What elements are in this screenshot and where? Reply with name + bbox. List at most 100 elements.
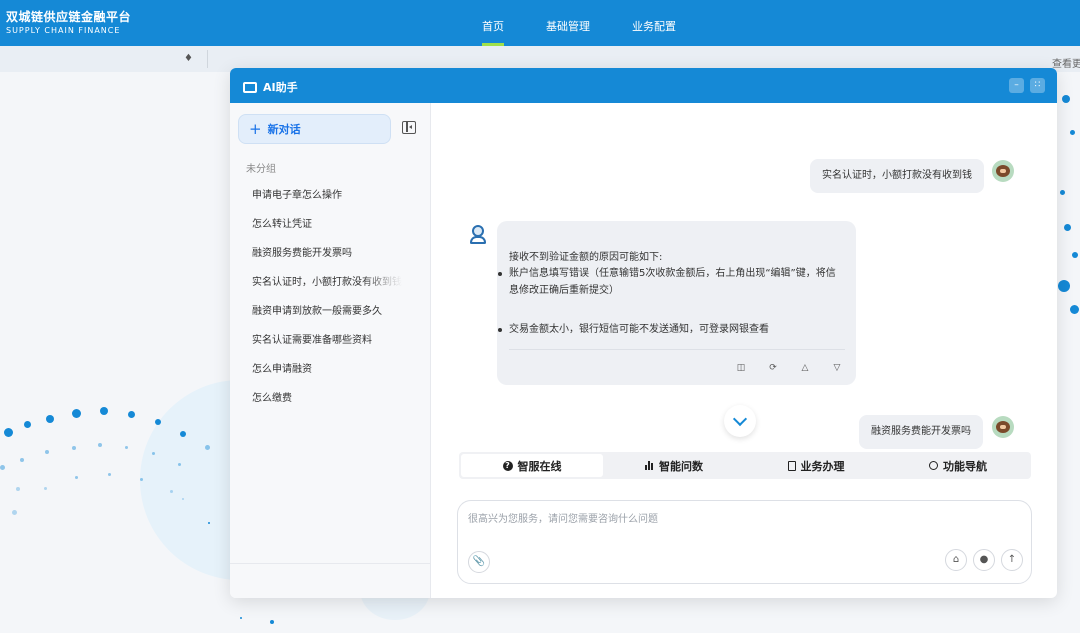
tab-label: 智能问数 (659, 459, 703, 473)
send-button[interactable]: ↑ (1001, 549, 1023, 571)
bell-icon[interactable]: ♦ (184, 53, 193, 64)
background-dot (270, 620, 274, 624)
group-label: 未分组 (246, 164, 276, 175)
background-dot (205, 445, 210, 450)
window-title: AI助手 (243, 79, 298, 95)
divider (207, 50, 208, 68)
user-avatar (992, 416, 1014, 438)
window-header: AI助手 – ∷ (230, 68, 1057, 103)
help-circle-icon: ? (502, 460, 513, 471)
nav-home[interactable]: 首页 (470, 0, 516, 46)
window-title-text: AI助手 (263, 81, 298, 94)
background-dot (178, 463, 181, 466)
background-dot (1072, 252, 1078, 258)
conversation-item[interactable]: 实名认证时，小额打款没有收到钱 (230, 268, 430, 297)
conversation-item[interactable]: 融资服务费能开发票吗 (230, 239, 430, 268)
divider (230, 563, 430, 564)
expand-icon[interactable]: ∷ (1030, 78, 1045, 93)
chat-icon (243, 81, 257, 93)
background-dot (98, 443, 102, 447)
new-chat-button[interactable]: + 新对话 (238, 114, 391, 144)
bullet (498, 272, 502, 276)
background-dot (46, 415, 54, 423)
brand[interactable]: 双城链供应链金融平台 SUPPLY CHAIN FINANCE (6, 8, 131, 35)
bot-avatar (470, 225, 486, 245)
new-chat-label: 新对话 (267, 123, 301, 136)
microphone-icon[interactable]: ● (973, 549, 995, 571)
background-dot (128, 411, 135, 418)
divider (509, 349, 845, 350)
background-dot (180, 431, 186, 437)
user-message: 实名认证时，小额打款没有收到钱 (810, 159, 984, 193)
brand-title: 双城链供应链金融平台 (6, 10, 132, 24)
sidebar-collapse-icon[interactable] (402, 121, 416, 134)
background-dot (1060, 190, 1065, 195)
conversation-item[interactable]: 怎么缴费 (230, 384, 430, 413)
background-dot (72, 409, 81, 418)
tab-smart-service[interactable]: ? 智服在线 (461, 454, 603, 477)
background-dot (155, 419, 161, 425)
plus-icon: + (249, 120, 262, 138)
background-dot (182, 498, 184, 500)
bullet (498, 328, 502, 332)
background-dot (45, 450, 49, 454)
background-dot (16, 487, 20, 491)
bot-message-point: 交易金额太小，银行短信可能不发送通知，可登录网银查看 (498, 321, 839, 338)
background-dot (240, 617, 242, 619)
tab-function-nav[interactable]: 功能导航 (887, 454, 1029, 477)
background-dot (152, 452, 155, 455)
conversation-item[interactable]: 申请电子章怎么操作 (230, 181, 430, 210)
bot-point-text: 交易金额太小，银行短信可能不发送通知，可登录网银查看 (509, 324, 769, 335)
background-dot (75, 476, 78, 479)
background-dot (44, 487, 47, 490)
background-dot (4, 428, 13, 437)
message-input-box: 📎 ⌂ ● ↑ (457, 500, 1032, 584)
brand-subtitle: SUPPLY CHAIN FINANCE (6, 26, 121, 35)
bot-point-text: 账户信息填写错误（任意输错5次收款金额后，右上角出现“编辑”键，将信息修改正确后… (509, 268, 836, 296)
background-dot (12, 510, 17, 515)
tab-label: 业务办理 (800, 459, 845, 473)
mode-tabs: ? 智服在线 智能问数 业务办理 功能导航 (459, 452, 1031, 479)
thumbs-down-icon[interactable]: ▽ (829, 360, 845, 376)
regenerate-icon[interactable]: ⟳ (765, 360, 781, 376)
background-dot (1062, 95, 1070, 103)
background-dot (140, 478, 143, 481)
conversation-list: 申请电子章怎么操作 怎么转让凭证 融资服务费能开发票吗 实名认证时，小额打款没有… (230, 181, 430, 413)
ai-assistant-window: AI助手 – ∷ + 新对话 未分组 申请电子章怎么操作 怎么转让凭证 融资服务… (230, 68, 1057, 598)
tab-label: 智服在线 (517, 459, 562, 473)
tab-smart-data[interactable]: 智能问数 (603, 454, 745, 477)
background-dot (125, 446, 128, 449)
background-dot (1070, 130, 1075, 135)
bot-message: 接收不到验证金额的原因可能如下: 账户信息填写错误（任意输错5次收款金额后，右上… (497, 221, 856, 385)
search-icon (929, 461, 938, 470)
copy-icon[interactable]: ◫ (733, 360, 749, 376)
conversation-item[interactable]: 怎么转让凭证 (230, 210, 430, 239)
conversation-item[interactable]: 融资申请到放款一般需要多久 (230, 297, 430, 326)
bar-chart-icon (645, 461, 654, 470)
main-nav: 首页 基础管理 业务配置 (470, 0, 706, 46)
bot-message-intro: 接收不到验证金额的原因可能如下: (509, 252, 663, 263)
background-dot (100, 407, 108, 415)
nav-business-config[interactable]: 业务配置 (620, 0, 688, 46)
tab-label: 功能导航 (943, 459, 987, 473)
nav-basic-management[interactable]: 基础管理 (534, 0, 602, 46)
background-dot (0, 465, 5, 470)
conversation-item[interactable]: 怎么申请融资 (230, 355, 430, 384)
background-dot (24, 421, 31, 428)
message-actions: ◫ ⟳ △ ▽ (733, 360, 861, 376)
background-dot (170, 490, 173, 493)
background-dot (1064, 224, 1071, 231)
top-header: 双城链供应链金融平台 SUPPLY CHAIN FINANCE 首页 基础管理 … (0, 0, 1080, 46)
tab-business[interactable]: 业务办理 (745, 454, 887, 477)
conversation-item[interactable]: 实名认证需要准备哪些资料 (230, 326, 430, 355)
chat-area: 实名认证时，小额打款没有收到钱 接收不到验证金额的原因可能如下: 账户信息填写错… (431, 103, 1057, 598)
attachment-icon[interactable]: 📎 (468, 551, 490, 573)
template-icon[interactable]: ⌂ (945, 549, 967, 571)
user-avatar (992, 160, 1014, 182)
minimize-icon[interactable]: – (1009, 78, 1024, 93)
scroll-to-bottom-button[interactable] (724, 405, 756, 437)
document-icon (787, 460, 796, 471)
message-input[interactable] (468, 509, 1018, 529)
thumbs-up-icon[interactable]: △ (797, 360, 813, 376)
user-message: 融资服务费能开发票吗 (859, 415, 983, 449)
